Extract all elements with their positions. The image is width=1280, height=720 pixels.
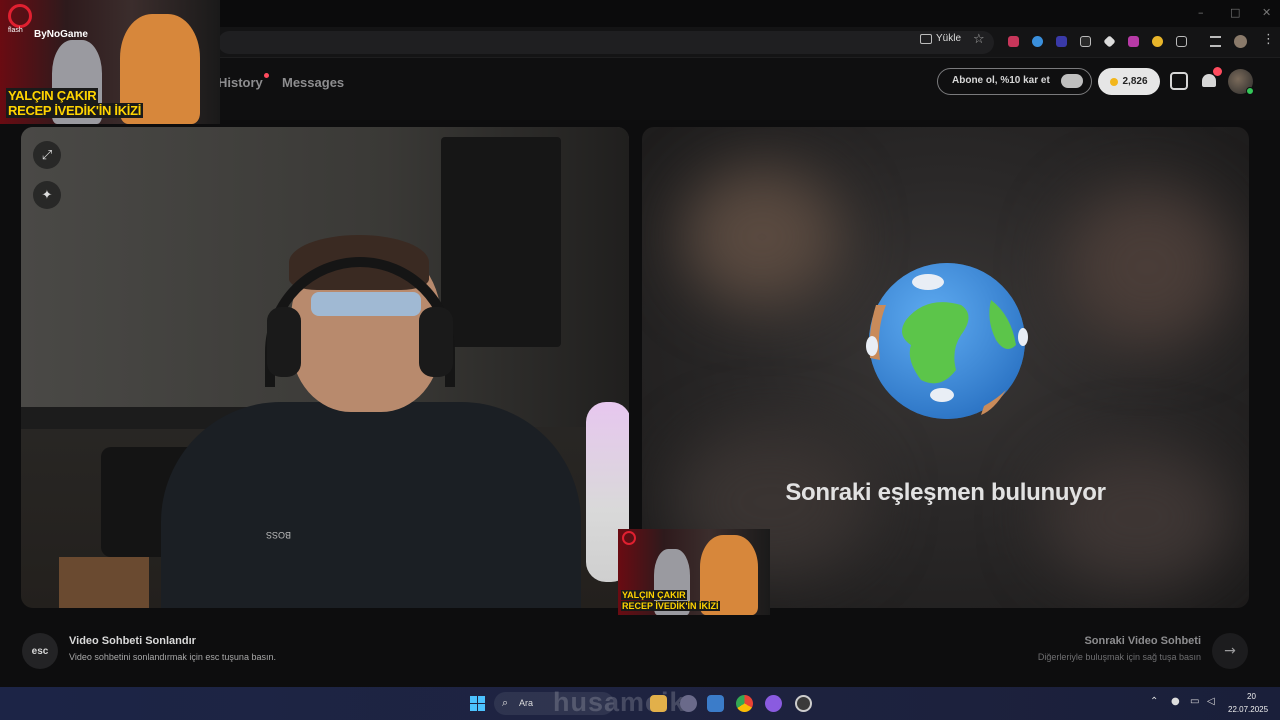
extension-icon[interactable]	[1008, 36, 1019, 47]
start-windows-icon[interactable]	[470, 696, 485, 711]
flash-logo-icon	[622, 531, 636, 545]
microphone-icon[interactable]: ●	[1171, 696, 1180, 707]
profile-avatar-icon[interactable]	[1234, 35, 1247, 48]
taskbar-app-icon[interactable]	[680, 695, 697, 712]
searching-status: Sonraki eşleşmen bulunuyor	[785, 479, 1106, 506]
channel-name: ByNoGame	[34, 29, 88, 40]
headphone-cup-left	[267, 307, 301, 377]
notifications-button[interactable]	[1200, 67, 1222, 90]
coin-balance: 2,826	[1122, 76, 1148, 87]
globe-icon	[866, 263, 1028, 419]
taskbar: ⌕ Ara husamcik ⌃ ● ▭ ◁ 20 22.07.2025	[0, 687, 1280, 720]
effects-wand-icon[interactable]: ✦	[33, 181, 61, 209]
extension-icon[interactable]	[1056, 36, 1067, 47]
search-icon: ⌕	[502, 696, 509, 709]
call-controls: esc Video Sohbeti Sonlandır Video sohbet…	[0, 615, 1280, 687]
end-chat-title: Video Sohbeti Sonlandır	[69, 635, 196, 647]
coin-icon	[1110, 77, 1119, 86]
tv-overlay-thumbnail: flash ByNoGame YALÇIN ÇAKIR RECEP İVEDİK…	[0, 0, 220, 124]
blur-shape	[1042, 447, 1232, 587]
expand-icon[interactable]: ⤢	[33, 141, 61, 169]
taskbar-search-label: Ara	[519, 698, 534, 708]
extension-icon[interactable]	[1152, 36, 1163, 47]
reading-list-icon[interactable]	[1210, 36, 1221, 47]
next-chat-arrow-icon[interactable]: →	[1212, 633, 1248, 669]
end-chat-hint: Video sohbetini sonlandırmak için esc tu…	[69, 652, 276, 662]
taskbar-app-icon[interactable]	[795, 695, 812, 712]
flash-logo-text: flash	[8, 27, 23, 34]
upload-label: Yükle	[936, 33, 962, 44]
next-chat-hint: Diğerleriyle buluşmak için sağ tuşa bası…	[1037, 652, 1201, 662]
inbox-icon[interactable]	[1170, 72, 1188, 90]
chrome-icon[interactable]	[736, 695, 753, 712]
upload-icon	[920, 33, 932, 44]
overlay-caption-line1: YALÇIN ÇAKIR	[621, 590, 687, 600]
person-shirt	[161, 402, 581, 608]
address-bar[interactable]	[218, 31, 994, 54]
background-speaker	[441, 137, 561, 347]
coin-balance-button[interactable]: 2,826	[1098, 68, 1160, 95]
nav-messages[interactable]: Messages	[282, 75, 344, 90]
subscribe-label: Abone ol, %10 kar et	[952, 75, 1050, 86]
next-chat-title: Sonraki Video Sohbeti	[1084, 635, 1201, 647]
unread-dot	[263, 73, 269, 78]
upload-button[interactable]: Yükle	[920, 31, 961, 46]
person-glasses	[311, 292, 421, 316]
blur-shape	[1062, 187, 1232, 347]
extension-icon[interactable]	[1080, 36, 1091, 47]
file-explorer-icon[interactable]	[650, 695, 667, 712]
blur-shape	[682, 167, 842, 307]
overlay-caption-line2: RECEP İVEDİK'İN İKİZİ	[6, 103, 144, 118]
overlay-caption-line2: RECEP İVEDİK'İN İKİZİ	[621, 601, 720, 611]
extension-icon[interactable]	[1032, 36, 1043, 47]
extension-icon[interactable]	[1128, 36, 1139, 47]
taskbar-app-icon[interactable]	[707, 695, 724, 712]
online-status-indicator	[1246, 87, 1254, 95]
shirt-logo: BOSS	[266, 530, 292, 540]
close-icon[interactable]: ✕	[1262, 6, 1271, 19]
taskbar-app-icon[interactable]	[765, 695, 782, 712]
clock-date[interactable]: 22.07.2025	[1228, 705, 1268, 714]
overlay-caption-line1: YALÇIN ÇAKIR	[6, 88, 99, 103]
subscribe-button[interactable]: Abone ol, %10 kar et	[937, 68, 1092, 95]
extension-icon[interactable]	[1103, 35, 1116, 48]
notification-badge	[1213, 67, 1222, 76]
background-wooden-box	[59, 557, 149, 608]
flash-logo-icon	[8, 4, 32, 28]
nav-history[interactable]: History	[218, 73, 269, 90]
screen: – □ ✕ Yükle ☆ ⋮ History Messages Abone o…	[0, 0, 1280, 720]
cloud-icon	[1061, 74, 1083, 88]
headphone-cup-right	[419, 307, 453, 377]
maximize-icon[interactable]: □	[1230, 6, 1240, 19]
user-avatar[interactable]	[1228, 69, 1254, 95]
bookmark-star-icon[interactable]: ☆	[973, 32, 985, 47]
minimize-icon[interactable]: –	[1198, 6, 1204, 19]
bell-icon	[1202, 74, 1216, 87]
display-icon[interactable]: ▭	[1190, 696, 1199, 707]
extensions-puzzle-icon[interactable]	[1176, 36, 1187, 47]
tray-chevron-icon[interactable]: ⌃	[1150, 696, 1158, 707]
clock-time[interactable]: 20	[1247, 692, 1256, 701]
end-chat-button[interactable]: esc	[22, 633, 58, 669]
tv-overlay-thumbnail-small: YALÇIN ÇAKIR RECEP İVEDİK'İN İKİZİ	[618, 529, 770, 615]
local-video: BOSS ⤢ ✦	[21, 127, 629, 608]
nav-history-label: History	[218, 75, 263, 90]
browser-menu-icon[interactable]: ⋮	[1262, 32, 1275, 47]
volume-icon[interactable]: ◁	[1207, 696, 1215, 707]
